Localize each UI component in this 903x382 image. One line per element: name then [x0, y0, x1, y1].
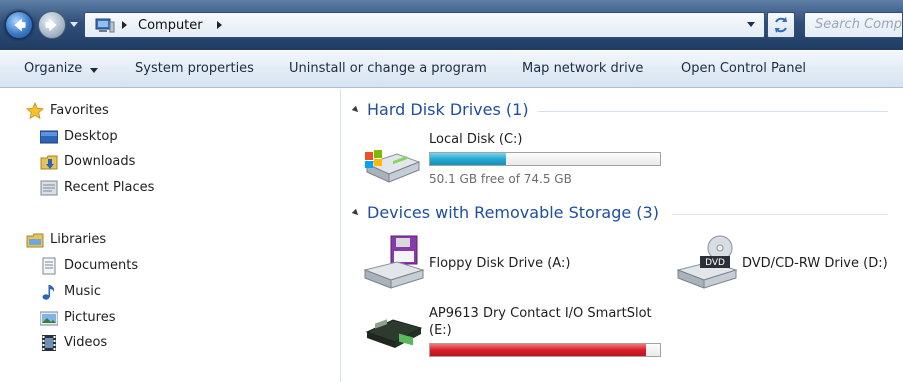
command-bar: Organize System properties Uninstall or …	[0, 50, 903, 88]
navigation-pane: Favorites Desktop Downloads Recent Place…	[0, 89, 341, 382]
drive-dvd-d[interactable]: DVD DVD/CD-RW Drive (D:)	[676, 234, 898, 292]
recent-places-icon	[40, 180, 58, 196]
pictures-icon	[40, 311, 58, 326]
group-header-label: Devices with Removable Storage (3)	[367, 203, 659, 222]
libraries-icon	[26, 233, 44, 248]
recent-pages-dropdown[interactable]	[70, 22, 78, 27]
forward-button[interactable]	[38, 11, 66, 39]
drive-name: Floppy Disk Drive (A:)	[429, 256, 571, 271]
computer-icon	[95, 18, 115, 33]
chevron-down-icon[interactable]	[90, 68, 98, 73]
hard-drive-icon	[365, 150, 421, 183]
map-network-drive-button[interactable]: Map network drive	[522, 61, 643, 76]
dvd-drive-icon: DVD	[676, 235, 738, 289]
nav-item-label: Downloads	[64, 154, 136, 169]
group-header-label: Hard Disk Drives (1)	[367, 100, 529, 119]
star-icon	[26, 102, 44, 120]
nav-libraries-label: Libraries	[50, 232, 107, 247]
nav-item-label: Pictures	[64, 310, 116, 325]
refresh-button[interactable]	[767, 12, 795, 38]
organize-menu-button[interactable]: Organize	[24, 61, 82, 76]
downloads-icon	[40, 155, 58, 170]
drive-name: AP9613 Dry Contact I/O SmartSlot	[429, 306, 652, 321]
search-input[interactable]: Search Comp	[804, 12, 903, 38]
address-history-dropdown-icon[interactable]	[747, 22, 755, 27]
drive-free-space: 50.1 GB free of 74.5 GB	[429, 172, 572, 186]
nav-item-label: Videos	[64, 335, 108, 350]
address-field[interactable]: Computer	[84, 12, 765, 38]
smartslot-card-icon	[365, 319, 423, 348]
music-icon	[42, 285, 55, 300]
nav-favorites-label: Favorites	[50, 103, 109, 118]
nav-item-label: Desktop	[64, 129, 118, 144]
drive-usage-fill	[430, 344, 647, 356]
back-arrow-icon	[14, 18, 26, 32]
videos-icon	[42, 335, 56, 351]
drive-floppy-a[interactable]: Floppy Disk Drive (A:)	[363, 234, 623, 292]
documents-icon	[42, 257, 56, 275]
drive-usage-bar	[429, 152, 661, 166]
group-divider	[672, 214, 888, 215]
breadcrumb-chevron-icon[interactable]	[122, 21, 127, 29]
floppy-drive-icon	[363, 235, 425, 289]
refresh-icon	[775, 17, 787, 33]
nav-item-label: Recent Places	[64, 180, 155, 195]
group-divider	[538, 111, 888, 112]
open-control-panel-button[interactable]: Open Control Panel	[681, 61, 806, 76]
drive-usage-fill	[430, 153, 506, 165]
dvd-logo-text: DVD	[705, 258, 725, 268]
breadcrumb-computer[interactable]: Computer	[138, 18, 203, 33]
drive-name-line2: (E:)	[429, 323, 452, 338]
system-properties-button[interactable]: System properties	[135, 61, 254, 76]
nav-item-label: Documents	[64, 258, 139, 273]
collapse-triangle-icon[interactable]	[352, 209, 360, 217]
forward-arrow-icon	[45, 18, 57, 32]
group-header-hard-disk-drives[interactable]: Hard Disk Drives (1)	[352, 100, 892, 120]
collapse-triangle-icon[interactable]	[352, 106, 360, 114]
uninstall-program-button[interactable]: Uninstall or change a program	[289, 61, 487, 76]
drive-name: Local Disk (C:)	[429, 132, 523, 147]
drive-usage-bar	[429, 343, 661, 357]
desktop-icon	[40, 130, 58, 144]
back-button[interactable]	[5, 11, 33, 39]
nav-item-label: Music	[64, 284, 101, 299]
group-header-removable-storage[interactable]: Devices with Removable Storage (3)	[352, 203, 892, 223]
drive-name: DVD/CD-RW Drive (D:)	[742, 256, 888, 271]
address-bar-region: Computer Search Comp	[0, 0, 903, 50]
drive-local-disk-c[interactable]: Local Disk (C:) 50.1 GB free of 74.5 GB	[363, 128, 673, 190]
breadcrumb-chevron-icon[interactable]	[217, 21, 222, 29]
drive-smartslot-e[interactable]: AP9613 Dry Contact I/O SmartSlot (E:)	[363, 304, 673, 364]
